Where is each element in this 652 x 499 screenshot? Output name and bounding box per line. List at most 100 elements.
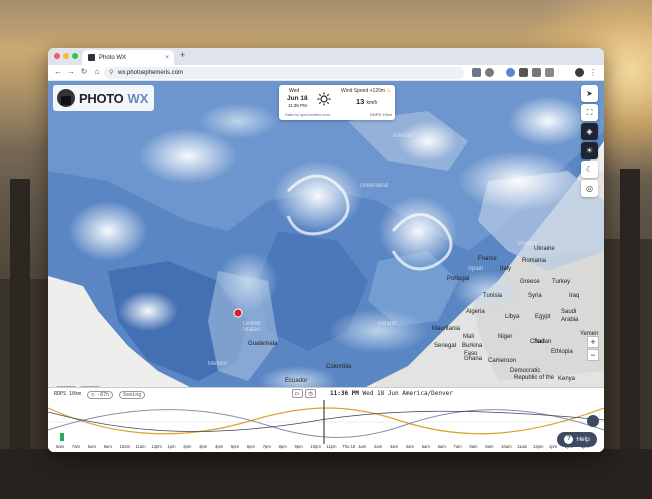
model-chip[interactable]: RDPS 10km bbox=[54, 391, 81, 399]
place-label: Syria bbox=[528, 293, 542, 299]
weather-day: Wed bbox=[289, 88, 300, 94]
weather-info-card[interactable]: Wed Jun 18 11:36 PM Wind Speed +120m ⚠ 1… bbox=[279, 85, 395, 120]
hour-tick-label: 11pm bbox=[326, 444, 337, 449]
sidebar-icon[interactable] bbox=[545, 68, 554, 77]
puzzle-icon[interactable] bbox=[532, 68, 541, 77]
place-label: France bbox=[478, 256, 497, 262]
help-label: Help bbox=[576, 436, 590, 443]
place-label: Iraq bbox=[569, 293, 580, 299]
extension-icon[interactable] bbox=[506, 68, 515, 77]
place-label: Ghana bbox=[464, 356, 483, 362]
place-label: Spain bbox=[468, 266, 484, 272]
hour-tick-label: 2am bbox=[374, 444, 383, 449]
weather-date: Jun 18 bbox=[287, 95, 308, 102]
help-button[interactable]: ? Help bbox=[557, 432, 597, 447]
timeline-controls: ▷ ◷ bbox=[292, 389, 316, 398]
browser-tab[interactable]: Photo WX × bbox=[82, 50, 174, 65]
place-label: Democratic bbox=[510, 368, 541, 374]
hour-tick-label: 3am bbox=[389, 444, 399, 449]
back-arrow-icon[interactable]: ← bbox=[53, 67, 63, 76]
maximize-window-button[interactable] bbox=[72, 53, 78, 59]
site-info-icon[interactable]: ⚲ bbox=[109, 67, 113, 79]
place-label: Tunisia bbox=[483, 293, 503, 299]
moon-mode-button[interactable]: ☾ bbox=[581, 161, 598, 178]
hour-tick-label: 12pm bbox=[533, 444, 544, 449]
target-icon: ◎ bbox=[586, 184, 593, 193]
place-label: Greece bbox=[520, 279, 540, 285]
place-label: Ecuador bbox=[285, 378, 308, 384]
hour-tick-label: 12pm bbox=[151, 444, 162, 449]
place-label: Colombia bbox=[326, 364, 352, 370]
extension-icon[interactable] bbox=[519, 68, 528, 77]
url-field[interactable]: ⚲ wx.photoephemeris.com bbox=[104, 67, 464, 79]
timeline-panel[interactable]: RDPS 10km ◷ -87h Seeing ▷ ◷ 11:36 PM Wed… bbox=[48, 387, 604, 452]
hour-tick-label: 11am bbox=[135, 444, 146, 449]
hour-tick-label: 9am bbox=[103, 444, 112, 449]
offset-chip[interactable]: ◷ -87h bbox=[87, 391, 114, 399]
layers-button[interactable]: ◈ bbox=[581, 123, 598, 140]
hour-tick-label: 6am bbox=[56, 444, 65, 449]
fullscreen-button[interactable]: ⛶ bbox=[581, 104, 598, 121]
hour-tick-label: 10pm bbox=[310, 444, 321, 449]
sun-moon-chart[interactable] bbox=[48, 400, 604, 444]
hour-tick-label: 10am bbox=[119, 444, 131, 449]
hour-tick-label: 1pm bbox=[167, 444, 176, 449]
target-button[interactable]: ◎ bbox=[581, 180, 598, 197]
place-label: Ethiopia bbox=[551, 349, 573, 355]
hour-tick-label: 7pm bbox=[262, 444, 271, 449]
reload-icon[interactable]: ↻ bbox=[79, 67, 89, 76]
bookmark-star-icon[interactable] bbox=[485, 68, 494, 77]
profile-avatar-icon[interactable] bbox=[575, 68, 584, 77]
tab-title: Photo WX bbox=[99, 54, 127, 61]
photowx-favicon-icon bbox=[88, 54, 95, 61]
place-label: Niger bbox=[498, 334, 513, 340]
place-label: Portugal bbox=[447, 276, 470, 282]
menu-dots-icon[interactable]: ⋮ bbox=[589, 68, 598, 77]
place-label: Sudan bbox=[534, 339, 552, 345]
home-icon[interactable]: ⌂ bbox=[92, 67, 102, 76]
warning-icon: ⚠ bbox=[386, 88, 391, 94]
hour-tick-label: 9pm bbox=[294, 444, 303, 449]
place-label: Cameroon bbox=[488, 358, 517, 364]
url-text: wx.photoephemeris.com bbox=[118, 70, 184, 76]
hour-tick-label: 6am bbox=[437, 444, 446, 449]
zoom-out-button[interactable]: − bbox=[587, 349, 599, 361]
current-time-readout: 11:36 PM Wed 18 Jun America/Denver bbox=[330, 390, 453, 397]
place-label: Senegal bbox=[434, 343, 457, 349]
sun-mode-button[interactable]: ☀ bbox=[581, 142, 598, 159]
close-window-button[interactable] bbox=[54, 53, 60, 59]
new-tab-button[interactable]: + bbox=[180, 50, 185, 60]
seeing-chip[interactable]: Seeing bbox=[119, 391, 146, 399]
hour-tick-label: 3pm bbox=[199, 444, 208, 449]
navigation-arrow-icon: ➤ bbox=[586, 89, 593, 98]
data-source-link[interactable]: Data by open-meteo.com bbox=[285, 112, 330, 117]
weather-map[interactable]: PHOTO WX Wed Jun 18 11:36 PM Wind Speed … bbox=[48, 81, 604, 436]
place-label: Italy bbox=[500, 266, 512, 272]
minimize-window-button[interactable] bbox=[63, 53, 69, 59]
hour-tick-label: 1am bbox=[358, 444, 367, 449]
now-clock-button[interactable]: ◷ bbox=[305, 389, 316, 398]
zoom-in-button[interactable]: + bbox=[587, 336, 599, 348]
browser-window: Photo WX × + ← → ↻ ⌂ ⚲ wx.photoephemeris… bbox=[48, 48, 604, 452]
forward-arrow-icon[interactable]: → bbox=[66, 67, 76, 76]
place-label: Poland bbox=[518, 241, 537, 247]
place-label: Saudi bbox=[561, 309, 577, 315]
cast-icon[interactable] bbox=[472, 68, 481, 77]
place-label: Libya bbox=[505, 314, 520, 320]
play-button[interactable]: ▷ bbox=[292, 389, 303, 398]
place-label: States bbox=[243, 327, 261, 333]
hour-tick-label: Thu 19 bbox=[342, 444, 356, 449]
place-label: Burkina bbox=[462, 343, 483, 349]
wind-speed-label: Wind Speed +120m ⚠ bbox=[341, 88, 391, 94]
fullscreen-icon: ⛶ bbox=[586, 107, 593, 117]
hour-tick-label: 2pm bbox=[183, 444, 192, 449]
layers-icon: ◈ bbox=[586, 127, 593, 136]
tab-close-icon[interactable]: × bbox=[165, 55, 169, 61]
place-label: Algeria bbox=[466, 309, 485, 315]
hour-tick-label: 5am bbox=[421, 444, 430, 449]
place-label: Mauritania bbox=[432, 326, 461, 332]
clock-icon: ◷ bbox=[91, 392, 95, 398]
photowx-logo[interactable]: PHOTO WX bbox=[53, 85, 154, 111]
map-canvas bbox=[48, 81, 604, 436]
navigation-button[interactable]: ➤ bbox=[581, 85, 598, 102]
